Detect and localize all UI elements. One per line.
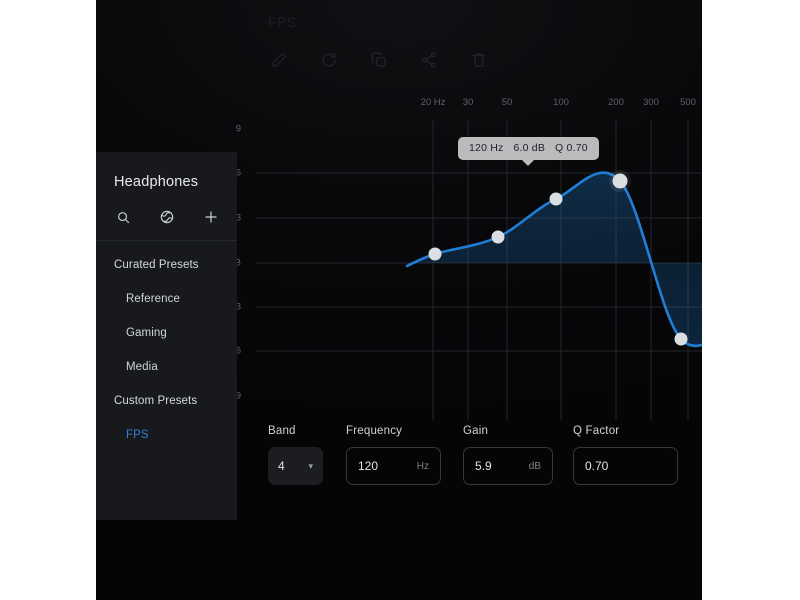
frequency-input[interactable]: 120 Hz: [346, 447, 441, 485]
band-label: Band: [268, 425, 296, 437]
band-select[interactable]: 4 ▾: [268, 447, 323, 485]
sidebar-item-reference[interactable]: Reference: [96, 282, 237, 316]
x-tick-label: 20 Hz: [420, 97, 446, 108]
band-parameters: Band 4 ▾ Frequency 120 Hz Gain 5.9 dB Q …: [268, 425, 688, 495]
tooltip-arrow: [522, 160, 535, 166]
duplicate-icon[interactable]: [368, 49, 390, 71]
sidebar-item-gaming[interactable]: Gaming: [96, 316, 237, 350]
band-param: Band 4 ▾: [268, 425, 346, 485]
preset-toolbar: [268, 45, 598, 75]
frequency-value: 120: [358, 459, 379, 473]
band-handle[interactable]: [612, 173, 628, 189]
delete-icon[interactable]: [468, 49, 490, 71]
x-tick-label: 500: [680, 97, 696, 108]
band-handle[interactable]: [549, 192, 563, 206]
x-tick-label: 30: [462, 97, 474, 108]
share-icon[interactable]: [418, 49, 440, 71]
frequency-label: Frequency: [346, 425, 403, 437]
sidebar-actions: [110, 200, 222, 234]
band-value: 4: [278, 459, 285, 473]
q-factor-input[interactable]: 0.70: [573, 447, 678, 485]
x-tick-label: 200: [608, 97, 624, 108]
tooltip-q: Q 0.70: [555, 142, 588, 154]
sphere-icon[interactable]: [158, 208, 176, 226]
x-tick-label: 300: [643, 97, 659, 108]
sidebar-divider: [96, 240, 237, 241]
preset-list: Curated Presets Reference Gaming Media Custo…: [96, 248, 237, 452]
band-tooltip: 120 Hz 6.0 dB Q 0.70: [458, 137, 599, 166]
chart-gridlines: [256, 120, 702, 420]
preset-group-label: Curated Presets: [114, 259, 199, 271]
edit-icon[interactable]: [268, 49, 290, 71]
q-factor-value: 0.70: [585, 459, 609, 473]
band-handle[interactable]: [674, 332, 688, 346]
page-title: FPS: [268, 14, 297, 30]
gain-unit: dB: [528, 460, 541, 472]
chevron-down-icon: ▾: [308, 460, 313, 471]
y-tick-label: 9: [235, 123, 241, 135]
sidebar-item-media[interactable]: Media: [96, 350, 237, 384]
x-tick-label: 100: [553, 97, 569, 108]
sidebar-title: Headphones: [114, 174, 199, 190]
sidebar-item-fps[interactable]: FPS: [96, 418, 237, 452]
plus-icon[interactable]: [202, 208, 220, 226]
frequency-param: Frequency 120 Hz: [346, 425, 463, 485]
x-tick-label: 50: [501, 97, 513, 108]
gain-value: 5.9: [475, 459, 492, 473]
frequency-unit: Hz: [416, 460, 429, 472]
preset-sidebar: Headphones Curated Presets Reference Gam…: [96, 152, 237, 520]
preset-group-label: Custom Presets: [114, 395, 198, 407]
band-handle[interactable]: [428, 247, 442, 261]
gain-param: Gain 5.9 dB: [463, 425, 573, 485]
reset-icon[interactable]: [318, 49, 340, 71]
band-handle[interactable]: [491, 230, 505, 244]
q-factor-param: Q Factor 0.70: [573, 425, 688, 485]
tooltip-frequency: 120 Hz: [469, 142, 504, 154]
screenshot-root: FPS 9 6 3 20 Hz 30 50 100 200 300 500 12…: [0, 0, 800, 600]
gain-input[interactable]: 5.9 dB: [463, 447, 553, 485]
search-icon[interactable]: [114, 208, 132, 226]
tooltip-gain: 6.0 dB: [513, 142, 546, 154]
q-factor-label: Q Factor: [573, 425, 620, 437]
gain-label: Gain: [463, 425, 489, 437]
